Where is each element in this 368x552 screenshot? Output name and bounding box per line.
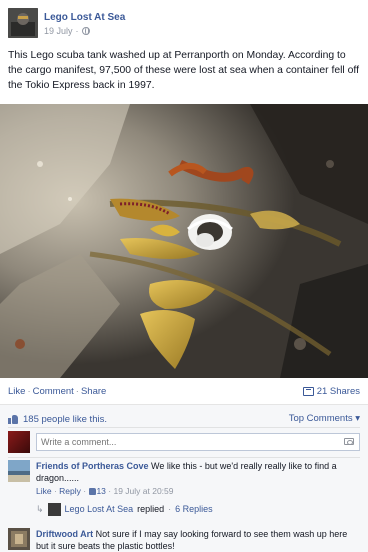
- reply-author-avatar: [47, 502, 61, 516]
- divider: [8, 457, 360, 458]
- page-avatar[interactable]: [8, 8, 38, 38]
- comment-reply-link[interactable]: Reply: [59, 486, 81, 496]
- commenter-avatar[interactable]: [8, 528, 30, 550]
- comment-input[interactable]: [36, 433, 360, 451]
- comment-like-count[interactable]: 13: [96, 486, 105, 496]
- replies-summary[interactable]: ↳ Lego Lost At Sea replied · 6 Replies: [36, 502, 213, 516]
- like-link[interactable]: Like: [8, 386, 25, 397]
- comment-author-link[interactable]: Friends of Portheras Cove: [36, 461, 149, 471]
- current-user-avatar: [8, 431, 30, 453]
- replies-count-link[interactable]: 6 Replies: [175, 504, 213, 514]
- likes-count-link[interactable]: 185 people like this.: [23, 414, 107, 425]
- camera-icon[interactable]: [344, 438, 354, 445]
- comment-actions: Like · Reply · 13 · 19 July at 20:59: [36, 486, 174, 496]
- shares-count-label: 21 Shares: [316, 386, 360, 397]
- page-name-link[interactable]: Lego Lost At Sea: [44, 12, 125, 23]
- comment-item: Friends of Portheras Cove We like this -…: [8, 460, 360, 500]
- comment-link[interactable]: Comment: [33, 386, 74, 397]
- post-photo[interactable]: [0, 104, 368, 378]
- comment-author-link[interactable]: Driftwood Art: [36, 529, 93, 539]
- reply-author-link[interactable]: Lego Lost At Sea: [65, 504, 134, 514]
- likes-row: 185 people like this. Top Comments ▾: [8, 413, 360, 425]
- top-comments-dropdown[interactable]: Top Comments ▾: [289, 413, 360, 424]
- thumbs-up-icon: [88, 488, 97, 495]
- comment-like-link[interactable]: Like: [36, 486, 52, 496]
- shares-count[interactable]: 21 Shares: [302, 386, 360, 397]
- commenter-avatar[interactable]: [8, 460, 30, 482]
- thumbs-up-icon: [8, 414, 18, 424]
- divider: [8, 427, 360, 428]
- post-date[interactable]: 19 July: [44, 26, 73, 36]
- post-action-bar: Like · Comment · Share 21 Shares: [8, 386, 360, 397]
- share-icon: [302, 387, 314, 396]
- replied-label: replied: [137, 504, 165, 514]
- comment-timestamp[interactable]: 19 July at 20:59: [113, 486, 173, 496]
- post-text: This Lego scuba tank washed up at Perran…: [8, 50, 359, 91]
- share-link[interactable]: Share: [81, 386, 106, 397]
- write-comment-row: [8, 431, 360, 457]
- post-header: Lego Lost At Sea 19 July ·: [8, 8, 360, 38]
- post-meta: 19 July ·: [44, 26, 90, 36]
- globe-icon: [81, 27, 90, 35]
- reply-arrow-icon: ↳: [36, 503, 44, 514]
- comment-item: Driftwood Art Not sure if I may say look…: [8, 528, 360, 552]
